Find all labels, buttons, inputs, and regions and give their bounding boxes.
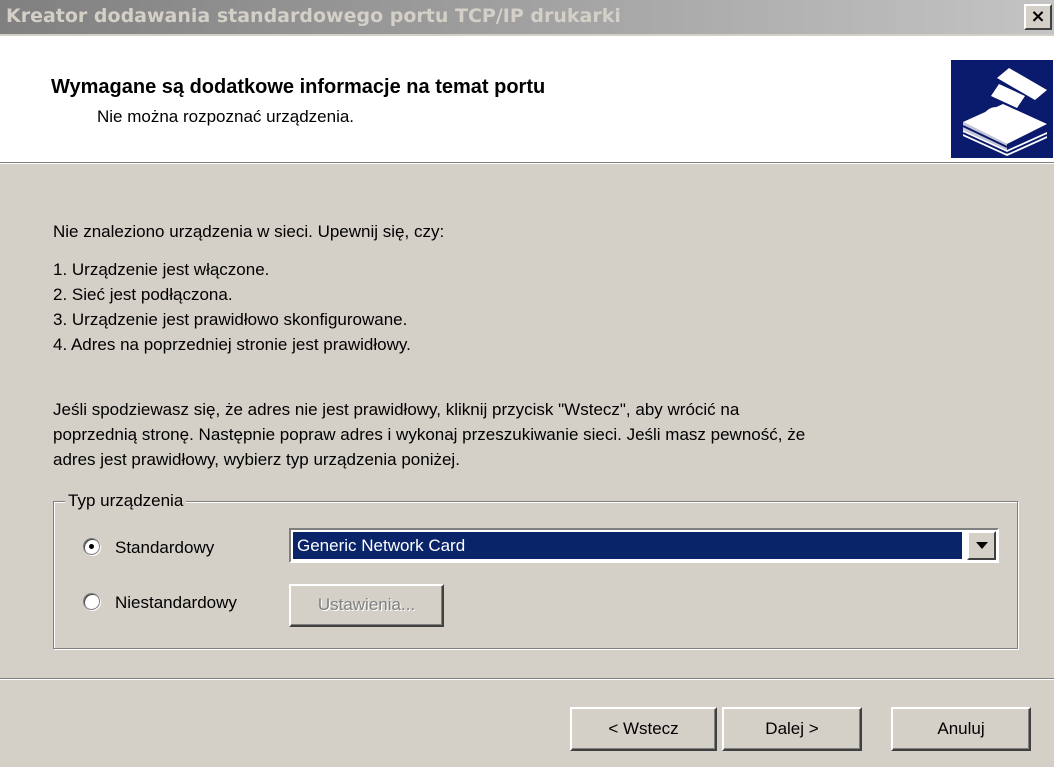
checklist: 1. Urządzenie jest włączone. 2. Sieć jes… (53, 257, 411, 357)
device-type-legend: Typ urządzenia (65, 491, 187, 511)
standard-radio-label[interactable]: Standardowy (115, 538, 214, 558)
checklist-item: 3. Urządzenie jest prawidłowo skonfiguro… (53, 310, 408, 329)
wizard-header: Wymagane są dodatkowe informacje na tema… (0, 36, 1054, 162)
header-separator (0, 162, 1054, 164)
instructions-line: poprzednią stronę. Następnie popraw adre… (53, 425, 806, 444)
custom-radio[interactable] (83, 593, 100, 610)
standard-radio[interactable] (83, 538, 100, 555)
custom-radio-label[interactable]: Niestandardowy (115, 593, 237, 613)
checklist-item: 2. Sieć jest podłączona. (53, 285, 233, 304)
back-button[interactable]: < Wstecz (570, 707, 717, 751)
checklist-item: 4. Adres na poprzedniej stronie jest pra… (53, 335, 411, 354)
next-button[interactable]: Dalej > (722, 707, 862, 751)
checklist-item: 1. Urządzenie jest włączone. (53, 260, 270, 279)
wizard-window: Kreator dodawania standardowego portu TC… (0, 0, 1054, 767)
radio-selected-dot (89, 544, 94, 549)
printer-wizard-icon (951, 60, 1053, 158)
window-title: Kreator dodawania standardowego portu TC… (6, 5, 621, 27)
instructions-line: Jeśli spodziewasz się, że adres nie jest… (53, 400, 740, 419)
title-bar[interactable]: Kreator dodawania standardowego portu TC… (0, 0, 1054, 34)
cancel-button[interactable]: Anuluj (891, 707, 1031, 751)
dropdown-arrow-button[interactable] (967, 531, 996, 560)
settings-button[interactable]: Ustawienia... (289, 584, 444, 627)
device-type-dropdown[interactable]: Generic Network Card (289, 528, 999, 563)
chevron-down-icon (976, 542, 988, 549)
instructions-line: adres jest prawidłowy, wybierz typ urząd… (53, 450, 460, 469)
page-subtitle: Nie można rozpoznać urządzenia. (97, 107, 355, 126)
intro-text: Nie znaleziono urządzenia w sieci. Upewn… (53, 222, 445, 241)
footer-separator (0, 678, 1054, 680)
device-type-group (53, 501, 1018, 649)
close-button[interactable]: × (1024, 4, 1052, 30)
page-title: Wymagane są dodatkowe informacje na tema… (51, 76, 546, 98)
dropdown-selected-value: Generic Network Card (293, 532, 962, 559)
instructions-text: Jeśli spodziewasz się, że adres nie jest… (53, 397, 805, 472)
